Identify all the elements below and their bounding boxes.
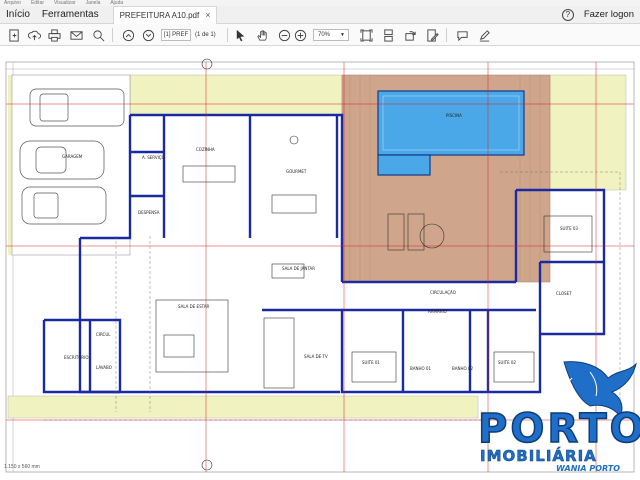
next-page-icon[interactable] (140, 27, 156, 43)
company-logo: PORTO IMOBILIÁRIA WANIA PORTO (472, 358, 640, 476)
close-icon[interactable]: × (205, 10, 210, 20)
edit-pdf-icon[interactable] (424, 27, 440, 43)
label-cozinha: COZINHA (196, 147, 215, 152)
label-piscina: PISCINA (446, 113, 462, 118)
garden-area (7, 395, 479, 419)
label-suite-01: SUITE 01 (362, 360, 380, 365)
search-icon[interactable] (90, 27, 106, 43)
tab-tools[interactable]: Ferramentas (36, 6, 105, 24)
zoom-in-icon[interactable] (292, 27, 308, 43)
zoom-value: 70% (318, 32, 331, 38)
upload-icon[interactable] (26, 27, 42, 43)
document-tab-label: PREFEITURA A10.pdf (119, 10, 200, 20)
label-gourmet: GOURMET (286, 169, 307, 174)
zoom-select[interactable]: 70% ▼ (313, 29, 349, 41)
tab-document[interactable]: PREFEITURA A10.pdf × (112, 5, 218, 24)
prev-page-icon[interactable] (120, 27, 136, 43)
tab-bar: Início Ferramentas PREFEITURA A10.pdf × … (0, 5, 640, 24)
label-sala-estar: SALA DE ESTAR (178, 304, 209, 309)
label-circul: CIRCUL (96, 332, 111, 337)
scroll-mode-icon[interactable] (380, 27, 396, 43)
pen-icon[interactable] (476, 27, 492, 43)
garden-area (129, 74, 343, 116)
login-button[interactable]: Fazer logon (584, 9, 634, 20)
page-dimensions: 1.150 x 560 mm (4, 464, 40, 470)
tab-home[interactable]: Início (0, 6, 36, 24)
email-icon[interactable] (68, 27, 84, 43)
label-banho-01: BANHO 01 (410, 366, 431, 371)
label-sala-jantar: SALA DE JANTAR (282, 266, 315, 271)
hand-tool-icon[interactable] (254, 27, 270, 43)
label-closet: CLOSET (556, 291, 572, 296)
label-lavabo: LAVABO (96, 365, 112, 370)
logo-subtitle: IMOBILIÁRIA (480, 447, 597, 466)
zoom-out-icon[interactable] (276, 27, 292, 43)
print-icon[interactable] (46, 27, 62, 43)
page-count: (1 de 1) (195, 32, 216, 38)
fit-page-icon[interactable] (358, 27, 374, 43)
label-garagem: GARAGEM (62, 154, 83, 159)
page-number-input[interactable]: [1] PREF (161, 29, 191, 41)
label-armario: ARMÁRIO (428, 309, 447, 314)
separator (446, 28, 447, 42)
pool-step (377, 154, 431, 176)
garden-area (8, 75, 12, 255)
label-area-servico: A. SERVIÇO (142, 155, 165, 160)
garden-area (549, 74, 627, 191)
create-icon[interactable] (6, 27, 22, 43)
help-icon[interactable]: ? (561, 8, 574, 21)
label-sala-tv: SALA DE TV (304, 354, 328, 359)
chevron-down-icon: ▼ (340, 32, 345, 38)
separator (227, 28, 228, 42)
label-suite-03: SUITE 03 (560, 226, 578, 231)
toolbar: [1] PREF (1 de 1) 70% ▼ (0, 24, 640, 46)
logo-name: PORTO (477, 405, 640, 453)
label-circulacao: CIRCULAÇÃO (430, 290, 456, 295)
label-escritorio: ESCRITÓRIO (64, 355, 89, 360)
select-cursor-icon[interactable] (232, 27, 248, 43)
logo-owner: WANIA PORTO (556, 464, 621, 473)
label-despensa: DESPENSA (138, 210, 160, 215)
separator (112, 28, 113, 42)
label-banho-02: BANHO 02 (452, 366, 473, 371)
comment-icon[interactable] (454, 27, 470, 43)
pool (377, 90, 525, 156)
rotate-icon[interactable] (402, 27, 418, 43)
